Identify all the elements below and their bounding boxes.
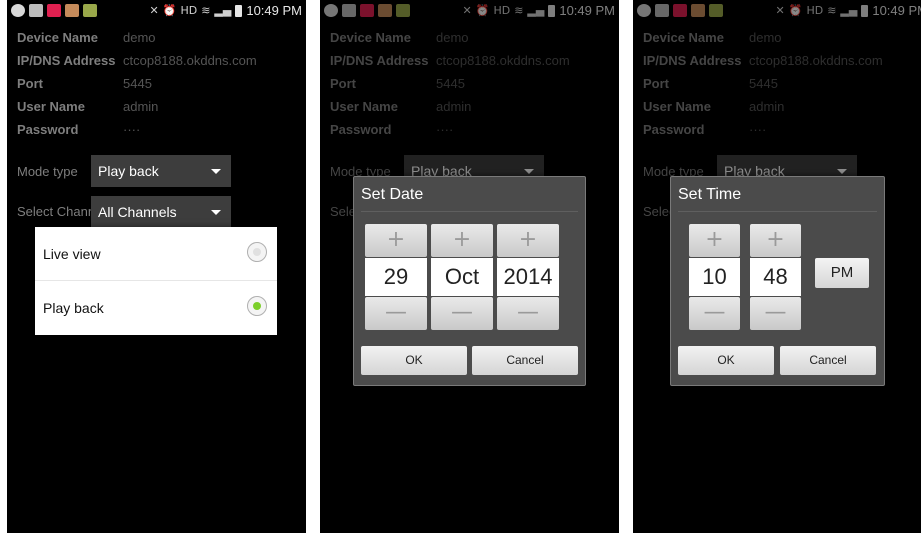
hour-spinner: + 10 — (689, 224, 740, 330)
info-row-ip: IP/DNS Address ctcop8188.okddns.com (17, 53, 257, 68)
app-green-icon (83, 4, 97, 17)
dialog-divider (361, 211, 578, 212)
year-spinner: + 2014 — (497, 224, 559, 330)
cancel-button[interactable]: Cancel (780, 346, 876, 375)
info-row-device-name: Device Name demo (17, 30, 156, 45)
month-spinner: + Oct — (431, 224, 493, 330)
select-channel-label: Select Chann (17, 204, 96, 219)
hour-increment-button[interactable]: + (689, 224, 740, 257)
cancel-button[interactable]: Cancel (472, 346, 578, 375)
hd-icon: HD (180, 4, 198, 17)
phone-screen-set-date: ✕ ⏰ HD ≋ ▂▄ 10:49 PM Device Name demo IP/… (320, 0, 619, 533)
info-row-password: Password ···· (17, 122, 141, 137)
menu-item-live-view[interactable]: Live view (35, 227, 277, 280)
signal-icon: ▂▄ (214, 4, 232, 17)
day-value[interactable]: 29 (365, 258, 427, 296)
phone-screen-mode-menu: ✕ ⏰ HD ≋ ▂▄ 10:49 PM Device Name demo IP/… (7, 0, 306, 533)
radio-checked-icon[interactable] (247, 296, 267, 316)
year-increment-button[interactable]: + (497, 224, 559, 257)
month-decrement-button[interactable]: — (431, 297, 493, 330)
phone-screen-set-time: ✕ ⏰ HD ≋ ▂▄ 10:49 PM Device Namedemo IP/… (633, 0, 921, 533)
status-time: 10:49 PM (246, 3, 302, 18)
battery-icon (235, 4, 243, 17)
app-brown-icon (65, 4, 79, 17)
minute-increment-button[interactable]: + (750, 224, 801, 257)
hour-value[interactable]: 10 (689, 258, 740, 296)
info-row-user: User Name admin (17, 99, 159, 114)
mode-options-menu: Live view Play back (35, 227, 277, 335)
set-date-dialog: Set Date + 29 — + Oct — + 2014 — OK Canc… (353, 176, 586, 386)
ok-button[interactable]: OK (361, 346, 467, 375)
status-bar: ✕ ⏰ HD ≋ ▂▄ 10:49 PM (7, 0, 306, 22)
channel-value: All Channels (98, 204, 177, 220)
year-decrement-button[interactable]: — (497, 297, 559, 330)
hour-decrement-button[interactable]: — (689, 297, 740, 330)
mode-type-select[interactable]: Play back (91, 155, 231, 187)
month-value[interactable]: Oct (431, 258, 493, 296)
minute-value[interactable]: 48 (750, 258, 801, 296)
day-decrement-button[interactable]: — (365, 297, 427, 330)
info-row-port: Port 5445 (17, 76, 152, 91)
year-value[interactable]: 2014 (497, 258, 559, 296)
device-info: Device Name demo IP/DNS Address ctcop8188.… (17, 30, 257, 145)
minute-spinner: + 48 — (750, 224, 801, 330)
set-time-dialog: Set Time + 10 — + 48 — PM OK Cancel (670, 176, 885, 386)
ampm-toggle-button[interactable]: PM (815, 258, 869, 288)
mute-icon: ✕ (149, 4, 159, 17)
channel-select[interactable]: All Channels (91, 196, 231, 228)
minute-decrement-button[interactable]: — (750, 297, 801, 330)
dialog-title: Set Date (361, 186, 424, 203)
month-increment-button[interactable]: + (431, 224, 493, 257)
day-spinner: + 29 — (365, 224, 427, 330)
menu-item-play-back[interactable]: Play back (35, 281, 277, 334)
alarm-icon: ⏰ (162, 4, 177, 17)
app-red-icon (47, 4, 61, 17)
wifi-icon: ≋ (201, 4, 211, 17)
add-icon (11, 4, 25, 17)
caret-down-icon (211, 169, 221, 174)
ok-button[interactable]: OK (678, 346, 774, 375)
radio-unchecked-icon[interactable] (247, 242, 267, 262)
caret-down-icon (211, 210, 221, 215)
dialog-divider (678, 211, 877, 212)
mode-type-label: Mode type (17, 164, 78, 179)
dialog-title: Set Time (678, 186, 742, 203)
mode-type-value: Play back (98, 163, 159, 179)
day-increment-button[interactable]: + (365, 224, 427, 257)
screen-icon (29, 4, 43, 17)
